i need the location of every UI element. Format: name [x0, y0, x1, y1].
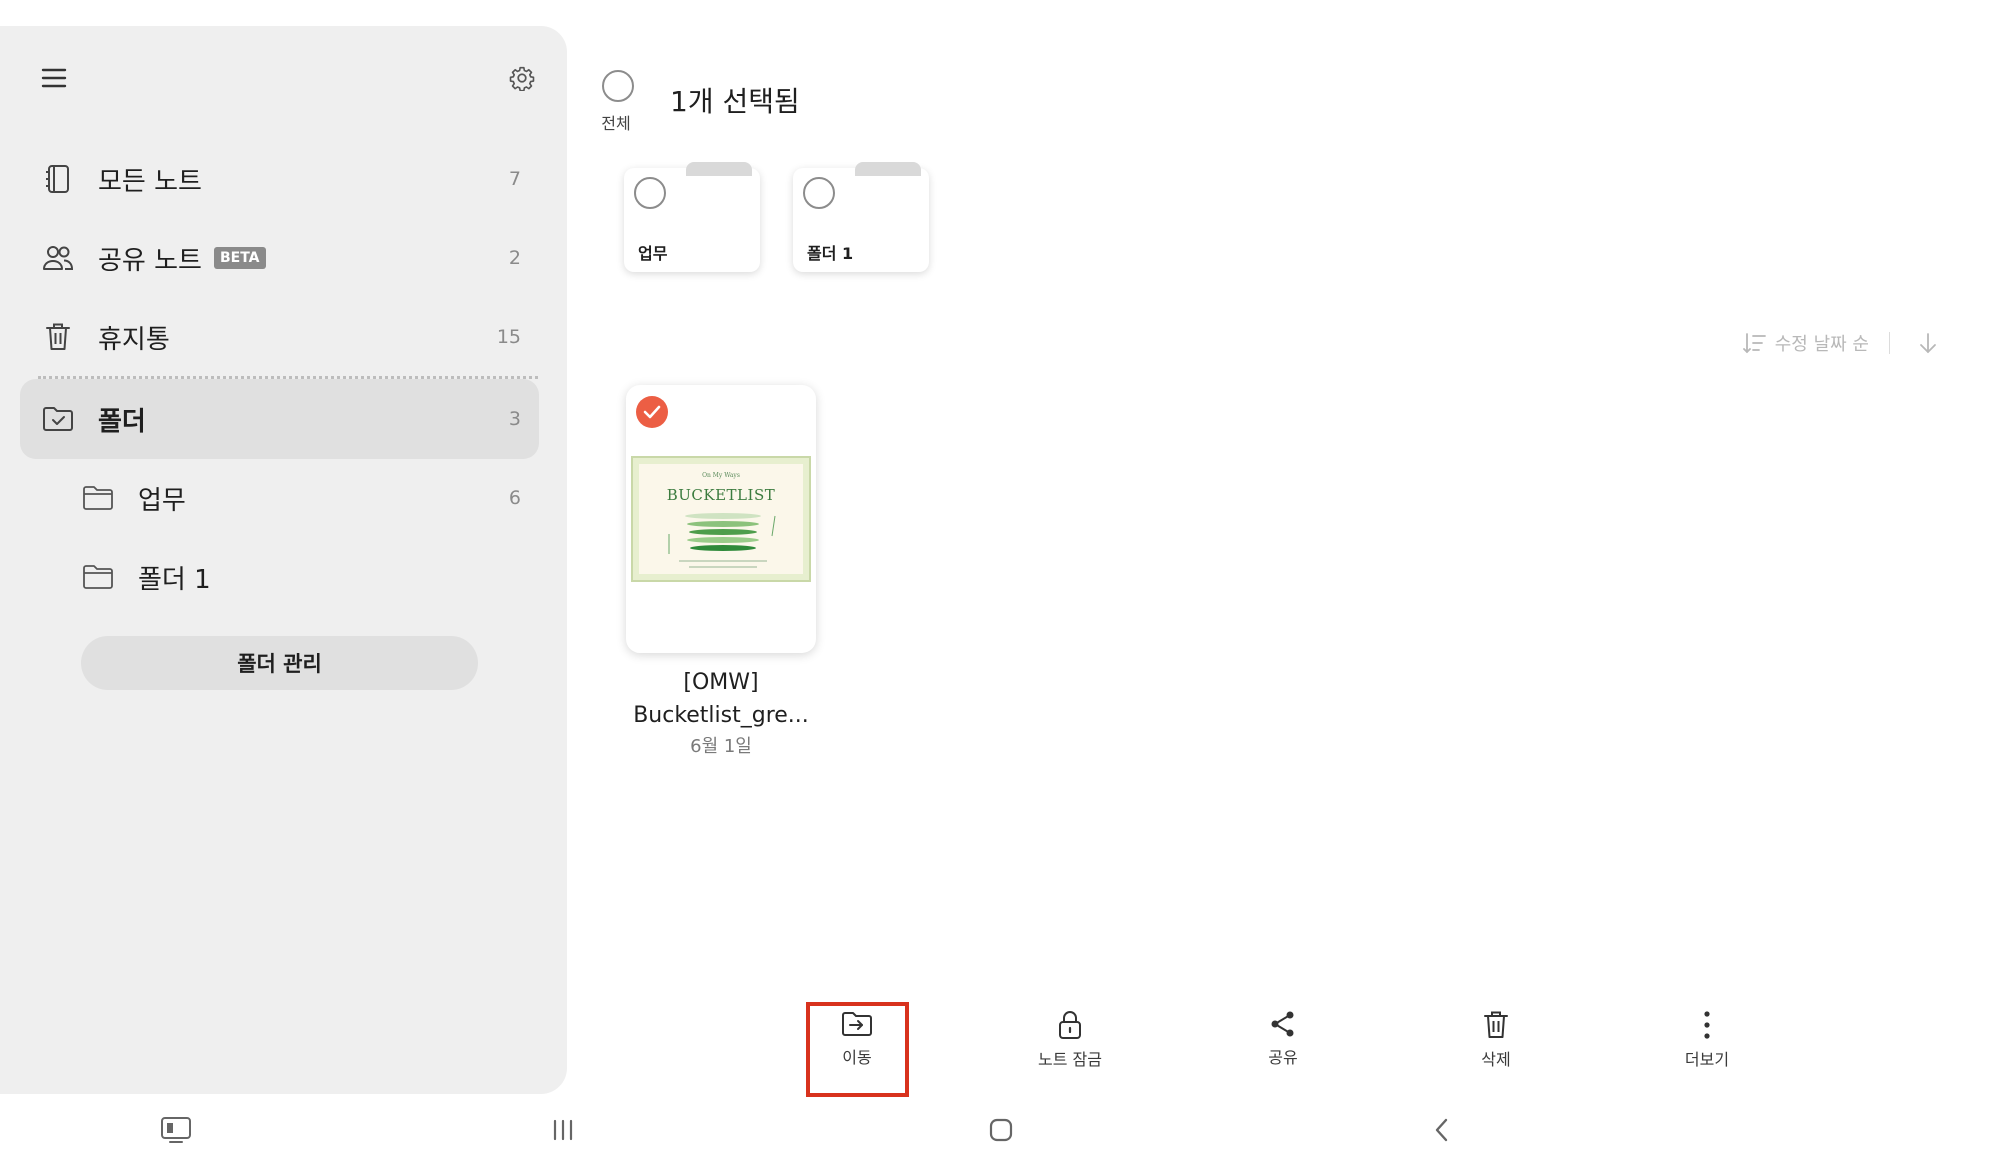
folder-card[interactable]: 업무 [624, 162, 760, 272]
sidebar-item-label: 업무 [138, 485, 186, 516]
sidebar-item-shared-notes[interactable]: 공유 노트 BETA 2 [20, 218, 539, 298]
select-all[interactable]: 전체 [600, 70, 636, 134]
thumbnail-stripes [668, 513, 776, 568]
sidebar-item-label: 공유 노트 [98, 245, 202, 276]
trash-icon [20, 322, 90, 352]
recent-apps-icon[interactable] [545, 1112, 581, 1148]
sort-divider [1889, 332, 1890, 354]
taskbar-icon[interactable] [158, 1112, 194, 1148]
delete-button[interactable]: 삭제 [1436, 1010, 1556, 1070]
selected-check-icon[interactable] [636, 396, 668, 428]
sidebar-item-label: 폴더 [98, 406, 146, 437]
sidebar-item-count: 15 [496, 326, 521, 348]
sidebar-item-all-notes[interactable]: 모든 노트 7 [20, 139, 539, 219]
thumbnail-title: BUCKETLIST [666, 486, 776, 504]
folder-tab [686, 162, 752, 176]
sidebar-item-folders[interactable]: 폴더 3 [20, 379, 539, 459]
action-label: 이동 [842, 1048, 872, 1067]
sort-direction-icon[interactable] [1918, 332, 1938, 354]
sidebar-item-folder-work[interactable]: 업무 6 [20, 458, 539, 538]
folder-check-icon [20, 406, 90, 432]
page-title: 1개 선택됨 [670, 85, 800, 118]
sort-icon[interactable] [1742, 332, 1767, 354]
sidebar-item-count: 2 [508, 247, 521, 269]
sidebar-item-count: 3 [508, 408, 521, 430]
note-title: [OMW] Bucketlist_gre... [626, 666, 816, 732]
more-button[interactable]: 더보기 [1647, 1010, 1767, 1070]
sort-label[interactable]: 수정 날짜 순 [1775, 330, 1869, 356]
people-icon [20, 244, 90, 272]
note-title-line2: Bucketlist_gre... [633, 703, 809, 728]
note-thumbnail: On My Ways BUCKETLIST [631, 456, 811, 582]
folder-name: 폴더 1 [807, 244, 854, 263]
back-icon[interactable] [1424, 1112, 1460, 1148]
thumbnail-subtitle: On My Ways [702, 472, 740, 479]
sidebar-item-label-wrap: 공유 노트 BETA [98, 240, 266, 277]
share-button[interactable]: 공유 [1223, 1010, 1343, 1068]
move-button[interactable]: 이동 [797, 1010, 917, 1068]
manage-folders-button[interactable]: 폴더 관리 [81, 636, 478, 690]
lock-note-button[interactable]: 노트 잠금 [1010, 1010, 1130, 1070]
trash-icon [1483, 1010, 1509, 1040]
share-icon [1269, 1010, 1297, 1038]
action-label: 더보기 [1684, 1050, 1730, 1069]
sidebar: 모든 노트 7 공유 노트 BETA 2 휴지통 15 폴더 3 업무 6 폴더… [0, 26, 567, 1094]
thumbnail-page: On My Ways BUCKETLIST [639, 464, 803, 574]
folder-icon [20, 485, 130, 511]
gear-icon[interactable] [502, 58, 542, 98]
select-all-checkbox[interactable] [602, 70, 634, 102]
beta-badge: BETA [213, 247, 266, 269]
move-folder-icon [841, 1010, 873, 1038]
note-title-line1: [OMW] [683, 670, 759, 695]
action-label: 삭제 [1481, 1050, 1511, 1069]
action-label: 노트 잠금 [1038, 1050, 1102, 1069]
home-icon[interactable] [983, 1112, 1019, 1148]
folder-card[interactable]: 폴더 1 [793, 162, 929, 272]
sidebar-item-count: 7 [508, 168, 521, 190]
notebook-icon [20, 164, 90, 194]
folder-icon [20, 564, 130, 590]
folder-select-checkbox[interactable] [803, 177, 835, 209]
action-label: 공유 [1268, 1048, 1298, 1067]
note-card[interactable]: On My Ways BUCKETLIST [626, 385, 816, 653]
more-icon [1702, 1010, 1712, 1040]
select-all-label: 전체 [601, 114, 631, 133]
sidebar-item-count: 6 [508, 487, 521, 509]
folder-name: 업무 [638, 244, 668, 263]
sidebar-item-folder-1[interactable]: 폴더 1 [20, 537, 539, 617]
sidebar-item-label: 휴지통 [98, 324, 170, 355]
sort-bar: 수정 날짜 순 [1742, 330, 1938, 356]
lock-icon [1057, 1010, 1083, 1040]
menu-icon[interactable] [34, 58, 74, 98]
folder-tab [855, 162, 921, 176]
folder-select-checkbox[interactable] [634, 177, 666, 209]
sidebar-item-trash[interactable]: 휴지통 15 [20, 297, 539, 377]
sidebar-item-label: 폴더 1 [138, 564, 211, 595]
sidebar-item-label: 모든 노트 [98, 166, 202, 197]
note-date: 6월 1일 [690, 736, 752, 757]
